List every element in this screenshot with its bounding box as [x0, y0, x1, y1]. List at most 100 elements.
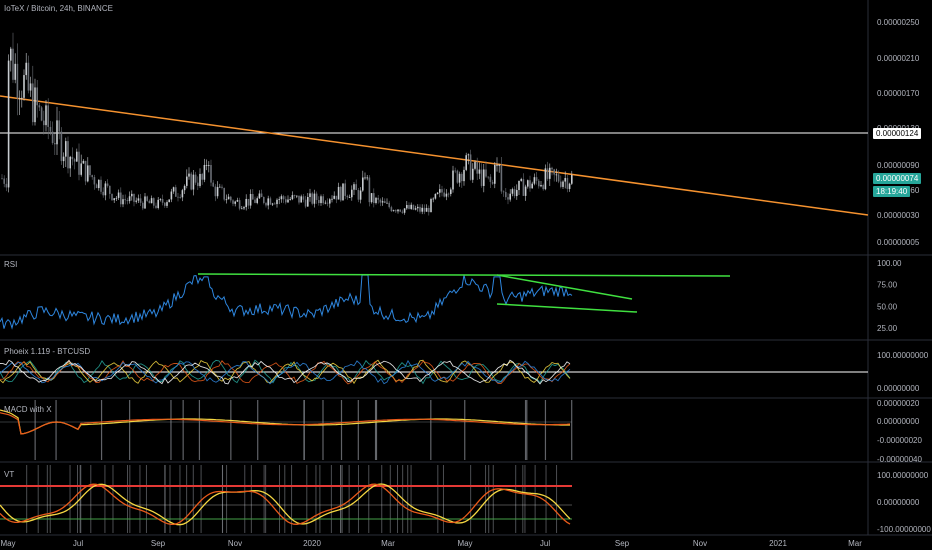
price-candle-body	[500, 165, 503, 192]
price-candle-body	[516, 190, 518, 197]
price-candle-body	[408, 205, 410, 209]
price-candle-body	[498, 165, 500, 166]
price-candle-body	[368, 177, 371, 203]
price-candle-body	[331, 198, 333, 200]
price-candle-body	[18, 98, 21, 99]
price-candle-body	[469, 154, 472, 180]
price-candle-body	[60, 131, 63, 162]
price-candle-body	[414, 208, 417, 210]
price-candle-body	[302, 196, 305, 200]
price-candle-body	[256, 198, 258, 203]
price-candle-body	[412, 204, 415, 210]
price-candle-body	[307, 196, 309, 207]
price-candle-body	[324, 202, 327, 204]
price-candle-body	[463, 169, 465, 182]
price-candle-body	[560, 181, 562, 187]
price-candle-body	[562, 181, 564, 187]
price-candle-body	[476, 162, 478, 174]
price-candle-body	[91, 175, 93, 178]
price-candle-body	[555, 174, 558, 176]
price-candle-body	[234, 201, 236, 204]
price-candle-body	[529, 180, 531, 189]
price-candle-body	[80, 163, 82, 175]
price-candle-body	[379, 199, 382, 203]
price-candle-body	[353, 184, 355, 190]
price-candle-body	[1, 178, 3, 180]
price-candle-body	[148, 200, 151, 204]
price-candle-body	[265, 202, 267, 206]
price-candle-body	[364, 177, 366, 179]
price-candle-body	[243, 207, 245, 209]
price-candle-body	[384, 201, 386, 203]
x-tick-label: Sep	[151, 539, 166, 548]
price-candle-body	[78, 151, 80, 175]
price-candle-body	[219, 186, 221, 188]
macd-tick-label: -0.00000020	[877, 436, 922, 445]
chart-title: IoTeX / Bitcoin, 24h, BINANCE	[4, 4, 113, 13]
price-candle-body	[21, 97, 23, 99]
price-candle-body	[47, 105, 49, 127]
price-candle-body	[159, 199, 162, 200]
price-candle-body	[181, 190, 184, 198]
price-candle-body	[111, 193, 113, 201]
price-candle-body	[452, 170, 454, 190]
price-candle-body	[551, 167, 553, 170]
x-tick-label: May	[457, 539, 472, 548]
macd-signal-line	[0, 412, 571, 435]
price-candle-body	[362, 177, 364, 191]
price-candle-body	[205, 165, 208, 166]
price-candle-body	[29, 83, 32, 91]
price-candle-body	[359, 190, 362, 200]
price-candle-body	[194, 174, 197, 183]
price-candle-body	[474, 162, 476, 169]
price-candle-body	[538, 180, 540, 187]
price-candle-body	[403, 208, 406, 213]
price-candle-body	[326, 202, 329, 204]
price-candle-body	[258, 193, 261, 199]
price-candle-body	[252, 193, 254, 200]
price-candle-body	[122, 199, 124, 205]
price-candle-body	[533, 177, 536, 184]
price-candle-body	[155, 205, 157, 208]
price-candle-body	[175, 187, 177, 197]
price-candle-body	[216, 187, 219, 197]
price-candle-body	[346, 195, 349, 198]
price-candle-body	[188, 173, 190, 177]
price-candle-body	[51, 131, 54, 144]
price-candle-body	[186, 176, 188, 186]
price-candle-body	[300, 196, 302, 203]
price-candle-body	[335, 195, 338, 200]
price-candle-body	[192, 174, 195, 190]
price-candle-body	[25, 62, 27, 76]
price-candle-body	[428, 207, 430, 213]
price-candle-body	[102, 191, 104, 196]
price-candle-body	[520, 179, 522, 181]
price-candle-body	[472, 168, 474, 180]
rsi-tick-label: 25.00	[877, 324, 898, 333]
price-candle-body	[49, 126, 52, 132]
price-candle-body	[172, 187, 175, 192]
macd-pane-label: MACD with X	[4, 405, 52, 414]
price-candle-body	[535, 177, 538, 181]
price-candle-body	[69, 156, 71, 169]
price-candle-body	[432, 198, 434, 200]
price-candle-body	[208, 165, 210, 166]
price-candle-body	[337, 186, 340, 200]
price-candle-body	[296, 195, 298, 197]
countdown-tag: 18:19:40	[873, 186, 911, 197]
price-candle-body	[397, 209, 399, 212]
price-candle-body	[23, 75, 25, 98]
price-candle-body	[434, 193, 437, 199]
price-candle-body	[489, 176, 492, 182]
price-candle-body	[150, 198, 153, 204]
price-candle-body	[197, 182, 199, 186]
price-candle-body	[142, 202, 144, 209]
price-candle-body	[32, 83, 34, 123]
phoeix-tick-label: 0.00000000	[877, 384, 920, 393]
price-candle-body	[254, 199, 256, 203]
price-candle-body	[106, 183, 109, 186]
price-candle-body	[381, 201, 384, 203]
price-candle-body	[56, 120, 58, 145]
x-tick-label: Jul	[73, 539, 83, 548]
price-candle-body	[542, 185, 544, 190]
